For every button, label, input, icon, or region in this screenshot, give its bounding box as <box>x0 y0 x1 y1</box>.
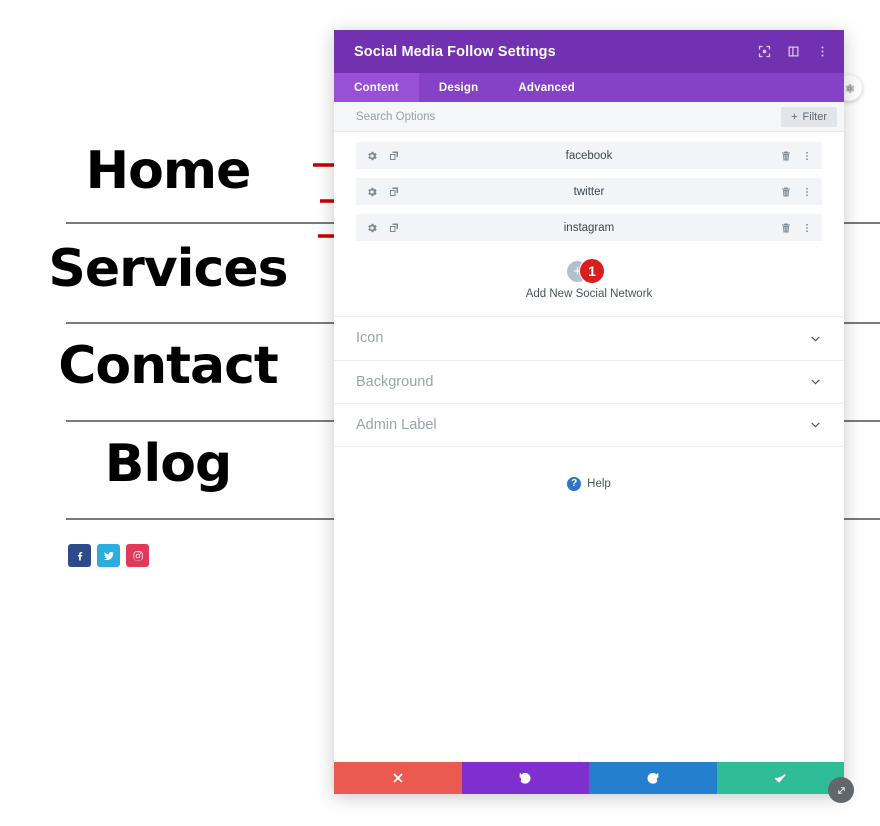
save-button[interactable] <box>716 762 844 794</box>
modal-header: Social Media Follow Settings <box>334 30 844 73</box>
modal-header-actions <box>756 44 830 60</box>
duplicate-icon[interactable] <box>388 186 400 198</box>
help-label: Help <box>587 477 611 490</box>
modal-body: facebook twitter instagram + 1 Add New S… <box>334 132 844 762</box>
tab-content[interactable]: Content <box>334 73 419 102</box>
layout-columns-icon[interactable] <box>785 44 801 60</box>
network-label: facebook <box>565 149 613 162</box>
undo-icon <box>519 772 531 784</box>
tab-design[interactable]: Design <box>419 73 499 102</box>
accordion-label: Background <box>356 373 434 390</box>
duplicate-icon[interactable] <box>388 222 400 234</box>
search-input[interactable] <box>356 110 782 123</box>
trash-icon[interactable] <box>780 222 792 234</box>
nav-label: Services <box>48 239 288 299</box>
more-vertical-icon[interactable] <box>801 150 813 162</box>
chevron-down-icon[interactable] <box>809 375 822 388</box>
filter-button[interactable]: + Filter <box>781 106 837 127</box>
social-media-follow-settings-modal: Social Media Follow Settings Content Des… <box>334 30 844 794</box>
cancel-button[interactable] <box>334 762 462 794</box>
row-right-actions <box>780 186 813 198</box>
focus-target-icon[interactable] <box>756 44 772 60</box>
accordion-label: Icon <box>356 330 384 347</box>
nav-label: Home <box>85 141 252 201</box>
filter-label: Filter <box>802 110 827 123</box>
gear-icon[interactable] <box>366 222 378 234</box>
modal-footer <box>334 762 844 794</box>
add-new-social-network[interactable]: + 1 Add New Social Network <box>356 250 822 300</box>
network-row-instagram[interactable]: instagram <box>356 214 822 241</box>
screen-root: Home Services Contact Blog Social Media … <box>0 0 880 826</box>
row-right-actions <box>780 222 813 234</box>
social-networks-list: facebook twitter instagram + 1 Add New S… <box>334 132 844 300</box>
modal-tabs: Content Design Advanced <box>334 73 844 102</box>
network-row-facebook[interactable]: facebook <box>356 142 822 169</box>
accordion-label: Admin Label <box>356 416 437 433</box>
tab-advanced[interactable]: Advanced <box>498 73 595 102</box>
search-bar: + Filter <box>334 102 844 132</box>
more-vertical-icon[interactable] <box>814 44 830 60</box>
network-row-twitter[interactable]: twitter <box>356 178 822 205</box>
undo-button[interactable] <box>461 762 589 794</box>
network-label: instagram <box>563 221 615 234</box>
add-button-holder: + 1 <box>563 258 615 284</box>
nav-label: Blog <box>104 434 232 494</box>
social-follow-row <box>68 544 149 567</box>
row-right-actions <box>780 150 813 162</box>
redo-icon <box>647 772 659 784</box>
more-vertical-icon[interactable] <box>801 186 813 198</box>
redo-button[interactable] <box>589 762 717 794</box>
accordion-section-icon[interactable]: Icon <box>334 316 844 360</box>
network-label: twitter <box>573 185 605 198</box>
more-vertical-icon[interactable] <box>801 222 813 234</box>
help-link[interactable]: ? Help <box>334 476 844 491</box>
gear-icon[interactable] <box>366 186 378 198</box>
row-left-actions <box>366 150 400 162</box>
trash-icon[interactable] <box>780 150 792 162</box>
check-icon <box>775 774 786 783</box>
chevron-down-icon[interactable] <box>809 332 822 345</box>
resize-handle-icon[interactable] <box>828 777 854 803</box>
close-icon <box>393 773 403 783</box>
instagram-icon[interactable] <box>126 544 149 567</box>
accordion-section-background[interactable]: Background <box>334 359 844 404</box>
chevron-down-icon[interactable] <box>809 418 822 431</box>
question-mark-icon: ? <box>567 476 582 491</box>
accordion-section-admin-label[interactable]: Admin Label <box>334 403 844 447</box>
row-left-actions <box>366 186 400 198</box>
plus-icon: + <box>791 110 798 123</box>
twitter-icon[interactable] <box>97 544 120 567</box>
modal-title: Social Media Follow Settings <box>354 43 556 60</box>
settings-accordion: Icon Background Admin Label <box>334 316 844 447</box>
status-badge: 1 <box>579 258 605 284</box>
add-new-label: Add New Social Network <box>525 288 653 300</box>
trash-icon[interactable] <box>780 186 792 198</box>
duplicate-icon[interactable] <box>388 150 400 162</box>
nav-label: Contact <box>58 336 279 396</box>
row-left-actions <box>366 222 400 234</box>
facebook-icon[interactable] <box>68 544 91 567</box>
gear-icon[interactable] <box>366 150 378 162</box>
